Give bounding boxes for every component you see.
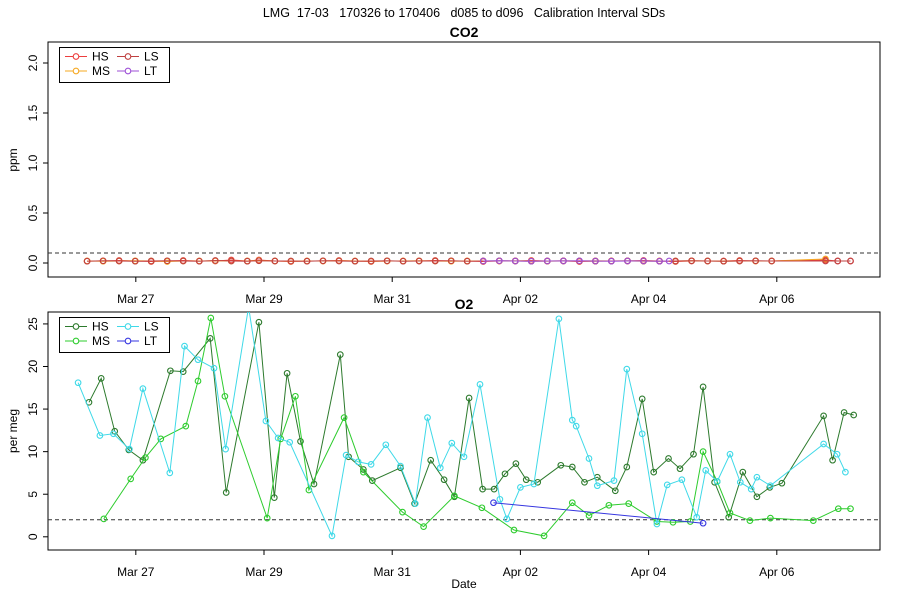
legend-marker-HS bbox=[72, 323, 80, 330]
o2-data-point-LS bbox=[74, 379, 82, 387]
o2-y-tick-label: 10 bbox=[26, 445, 40, 459]
o2-series-HS bbox=[85, 318, 858, 521]
o2-y-tick-label: 5 bbox=[26, 491, 40, 498]
o2-data-point-LS bbox=[842, 468, 849, 476]
co2-y-tick-label: 1.0 bbox=[26, 154, 40, 171]
co2-x-tick-label: Apr 04 bbox=[631, 292, 667, 306]
o2-x-tick-label: Mar 29 bbox=[245, 565, 283, 579]
co2-series-LS bbox=[83, 257, 854, 265]
co2-plot-border bbox=[47, 41, 881, 278]
co2-series-MS bbox=[83, 255, 829, 265]
o2-y-tick-label: 20 bbox=[26, 360, 40, 374]
o2-panel: Mar 27 Mar 29 Mar 31 Apr 02 Apr 04 Apr 06 0 5 10… bbox=[26, 311, 881, 579]
co2-x-tick-label: Mar 27 bbox=[117, 292, 155, 306]
o2-x-tick-label: Mar 31 bbox=[374, 565, 412, 579]
co2-legend: HS LS MS LT bbox=[59, 47, 170, 83]
legend-marker-LT bbox=[124, 337, 132, 345]
co2-x-tick-label: Apr 06 bbox=[759, 292, 795, 306]
o2-y-tick-label: 0 bbox=[26, 533, 40, 540]
legend-label-HS: HS bbox=[92, 50, 109, 64]
co2-y-tick-label: 2.0 bbox=[26, 54, 40, 71]
legend-label-LS: LS bbox=[144, 50, 159, 64]
o2-series-MS bbox=[100, 314, 854, 540]
o2-y-tick-label: 15 bbox=[26, 402, 40, 416]
o2-legend: HS LS MS LT bbox=[59, 317, 170, 353]
plot-window: LMG 17-03 170326 to 170406 d085 to d096 … bbox=[0, 0, 900, 600]
co2-x-tick-label: Apr 02 bbox=[503, 292, 539, 306]
legend-label-LS: LS bbox=[144, 320, 159, 334]
legend-label-MS: MS bbox=[92, 64, 110, 78]
legend-marker-HS bbox=[72, 53, 80, 60]
co2-x-tick-label: Mar 29 bbox=[245, 292, 283, 306]
chart-canvas: Mar 27 Mar 29 Mar 31 Apr 02 Apr 04 Apr 06 0.0 0… bbox=[26, 41, 881, 579]
legend-marker-MS bbox=[72, 337, 80, 345]
co2-y-tick-label: 0.5 bbox=[26, 204, 40, 221]
legend-marker-LS bbox=[124, 53, 132, 60]
legend-label-LT: LT bbox=[144, 334, 158, 348]
legend-marker-MS bbox=[72, 67, 80, 75]
o2-x-tick-label: Apr 02 bbox=[503, 565, 539, 579]
legend-label-MS: MS bbox=[92, 334, 110, 348]
o2-series-LS-line bbox=[77, 312, 846, 538]
o2-series-MS-line bbox=[103, 317, 851, 537]
legend-marker-LT bbox=[124, 67, 132, 75]
co2-y-tick-label: 0.0 bbox=[26, 254, 40, 271]
legend-label-HS: HS bbox=[92, 320, 109, 334]
legend-marker-LS bbox=[124, 323, 132, 330]
legend-label-LT: LT bbox=[144, 64, 158, 78]
o2-x-tick-label: Mar 27 bbox=[117, 565, 155, 579]
co2-panel: Mar 27 Mar 29 Mar 31 Apr 02 Apr 04 Apr 06 0.0 0… bbox=[26, 41, 881, 306]
o2-y-tick-label: 25 bbox=[26, 317, 40, 331]
co2-x-tick-label: Mar 31 bbox=[374, 292, 412, 306]
o2-series-LS bbox=[74, 312, 849, 540]
o2-x-tick-label: Apr 04 bbox=[631, 565, 667, 579]
co2-y-tick-label: 1.5 bbox=[26, 104, 40, 121]
o2-x-tick-label: Apr 06 bbox=[759, 565, 795, 579]
